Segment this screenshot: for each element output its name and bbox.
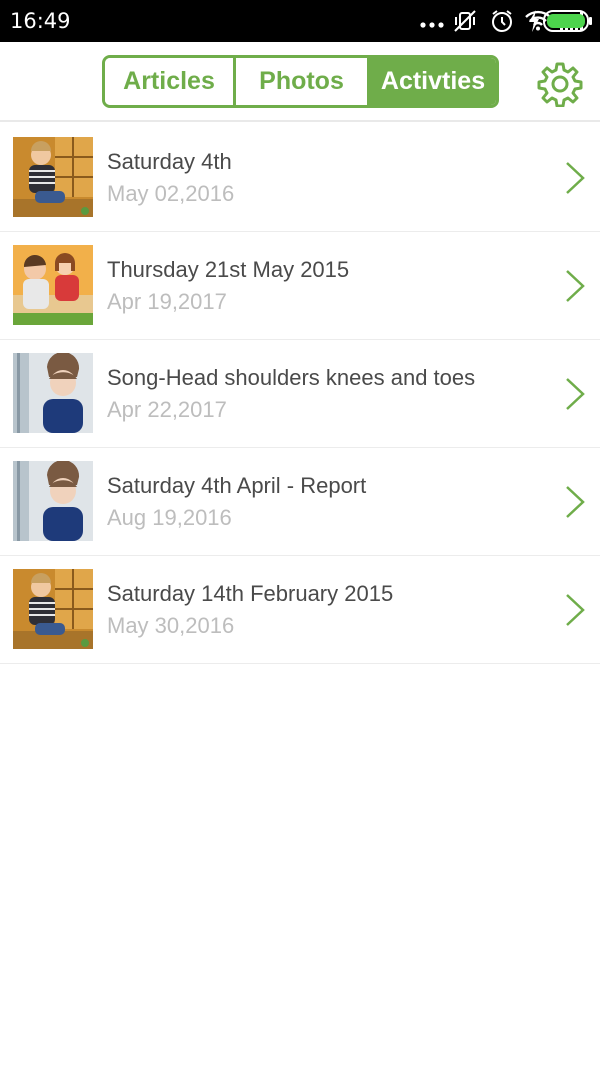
tab-photos[interactable]: Photos [233,58,367,105]
tab-articles[interactable]: Articles [105,58,233,105]
header: Articles Photos Activties [0,42,600,122]
tab-switcher: Articles Photos Activties [102,55,499,108]
item-date: May 02,2016 [107,181,235,206]
item-date: Aug 19,2016 [107,505,232,530]
two-kids-photo [13,245,93,325]
list-item[interactable]: Saturday 4th April - Report Aug 19,2016 [0,448,600,556]
list-item[interactable]: Saturday 4th May 02,2016 [0,124,600,232]
list-item[interactable]: Song-Head shoulders knees and toes Apr 2… [0,340,600,448]
charging-icon [529,10,539,32]
item-title: Saturday 4th April - Report [107,473,367,498]
battery-icon [543,10,592,32]
chevron-right-icon [566,378,585,410]
alarm-icon [492,10,512,32]
settings-button[interactable] [537,61,583,108]
more-dots-icon [420,22,444,28]
status-bar: 16:49 [0,0,600,42]
chevron-right-icon [566,270,585,302]
item-title: Saturday 4th [107,149,232,174]
list-item[interactable]: Saturday 14th February 2015 May 30,2016 [0,556,600,664]
item-date: May 30,2016 [107,613,235,638]
chevron-right-icon [566,594,585,626]
toddler-playing-photo [13,137,93,217]
chevron-right-icon [566,486,585,518]
chevron-right-icon [566,162,585,194]
item-title: Saturday 14th February 2015 [107,581,394,606]
child-portrait-photo [13,461,93,541]
item-date: Apr 19,2017 [107,289,227,314]
item-date: Apr 22,2017 [107,397,227,422]
item-title: Song-Head shoulders knees and toes [107,365,476,390]
gear-icon [537,62,583,108]
child-portrait-photo [13,353,93,433]
item-title: Thursday 21st May 2015 [107,257,350,282]
tab-activities[interactable]: Activties [367,58,496,105]
status-time: 16:49 [10,9,71,33]
vibrate-mute-icon [454,10,476,32]
activity-list: Saturday 4th May 02,2016 Thursday 21st M… [0,124,600,664]
toddler-playing-photo [13,569,93,649]
list-item[interactable]: Thursday 21st May 2015 Apr 19,2017 [0,232,600,340]
